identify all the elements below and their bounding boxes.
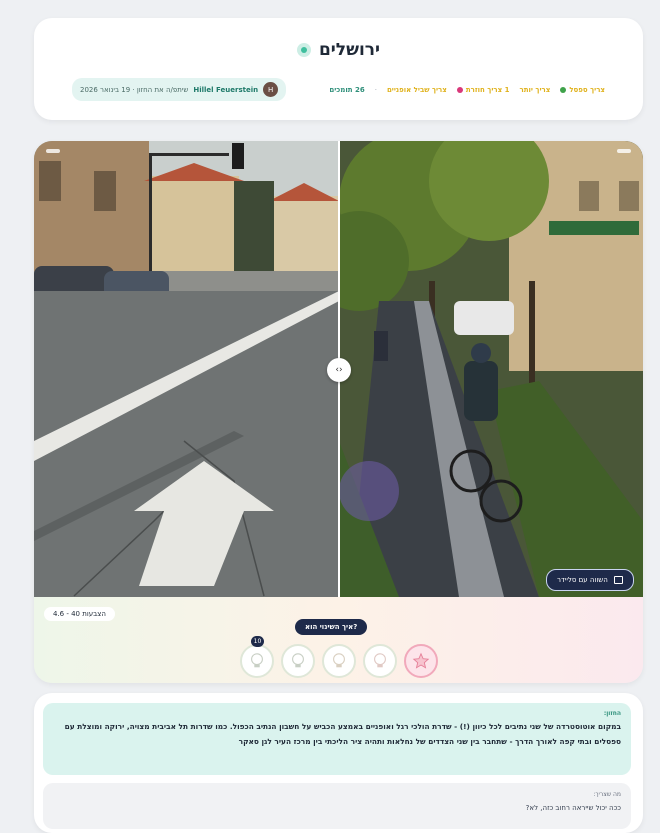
compare-icon — [613, 576, 623, 584]
vision-text: במקום אוטוסטרדה של שני נתיבים לכל כיוון … — [64, 722, 621, 746]
tag-more-label: צריך יותר — [519, 85, 551, 94]
face-option-5[interactable] — [404, 644, 438, 678]
rating-faces: 10 — [240, 636, 438, 678]
star-icon — [412, 652, 430, 669]
before-scene-illustration — [34, 141, 339, 597]
face-option-3[interactable] — [322, 644, 356, 678]
meta-row: צריך ספסל צריך יותר 1 צריך חוזרת צריך שב… — [72, 78, 605, 101]
title-row: ירושלים — [34, 40, 643, 60]
face-option-1[interactable]: 10 — [240, 636, 274, 678]
vote-count-badge: 10 — [251, 636, 264, 647]
tag-bike-lane-label: צריך שביל אופניים — [386, 85, 447, 94]
supporters-count: 26 תומכים — [329, 86, 364, 94]
pink-dot-icon — [456, 86, 463, 93]
tag-returning[interactable]: 1 צריך חוזרת — [456, 85, 510, 94]
header-card: ירושלים צריך ספסל צריך יותר 1 צריך חוזרת… — [34, 18, 643, 120]
slider-handle[interactable]: ‹› — [327, 358, 351, 382]
lightbulb-icon — [374, 653, 386, 668]
after-image — [339, 141, 643, 597]
compare-slider-button[interactable]: השווה עם סליידר — [546, 569, 634, 591]
author-name: Hillel Feuerstein — [193, 85, 259, 94]
note-box: מה שצריך: ככה יכול שייראה רחוב כזה, לא? — [43, 783, 631, 829]
face-option-2[interactable] — [281, 644, 315, 678]
comparison-panel: ‹› השווה עם סליידר 4.6 - 40 הצבעות איך ה… — [34, 141, 643, 683]
compare-slider-label: השווה עם סליידר — [557, 576, 608, 584]
lightbulb-icon — [292, 653, 304, 668]
author-text: שיתפ/ה את החזון · 19 בינואר 2026 — [80, 85, 189, 94]
tag-bench-label: צריך ספסל — [569, 85, 605, 94]
vision-box: החזון: במקום אוטוסטרדה של שני נתיבים לכל… — [43, 703, 631, 775]
before-image — [34, 141, 339, 597]
left-corner-icon — [46, 149, 60, 153]
tag-returning-label: 1 צריך חוזרת — [465, 85, 510, 94]
rating-pill: 4.6 - 40 הצבעות — [44, 607, 115, 621]
author-pill[interactable]: H Hillel Feuerstein שיתפ/ה את החזון · 19… — [72, 78, 287, 101]
location-icon — [296, 43, 311, 57]
lightbulb-icon — [251, 653, 263, 668]
vision-label: החזון: — [603, 710, 621, 717]
note-label: מה שצריך: — [593, 791, 621, 798]
description-card: החזון: במקום אוטוסטרדה של שני נתיבים לכל… — [34, 693, 643, 833]
note-text: ככה יכול שייראה רחוב כזה, לא? — [525, 804, 621, 812]
face-option-4[interactable] — [363, 644, 397, 678]
page-title: ירושלים — [318, 40, 381, 60]
after-scene-illustration — [339, 141, 643, 597]
tag-more[interactable]: צריך יותר — [520, 86, 551, 94]
green-dot-icon — [560, 86, 567, 93]
question-button[interactable]: איך השינוי הוא? — [295, 619, 368, 635]
lightbulb-icon — [333, 653, 345, 668]
tag-bench[interactable]: צריך ספסל — [560, 86, 605, 94]
supporters-label: 26 תומכים — [329, 85, 365, 94]
right-corner-icon — [617, 149, 631, 153]
avatar: H — [263, 82, 279, 97]
separator: · — [374, 85, 377, 94]
tag-bike-lane[interactable]: צריך שביל אופניים — [387, 86, 447, 94]
arrows-icon: ‹› — [335, 365, 343, 375]
